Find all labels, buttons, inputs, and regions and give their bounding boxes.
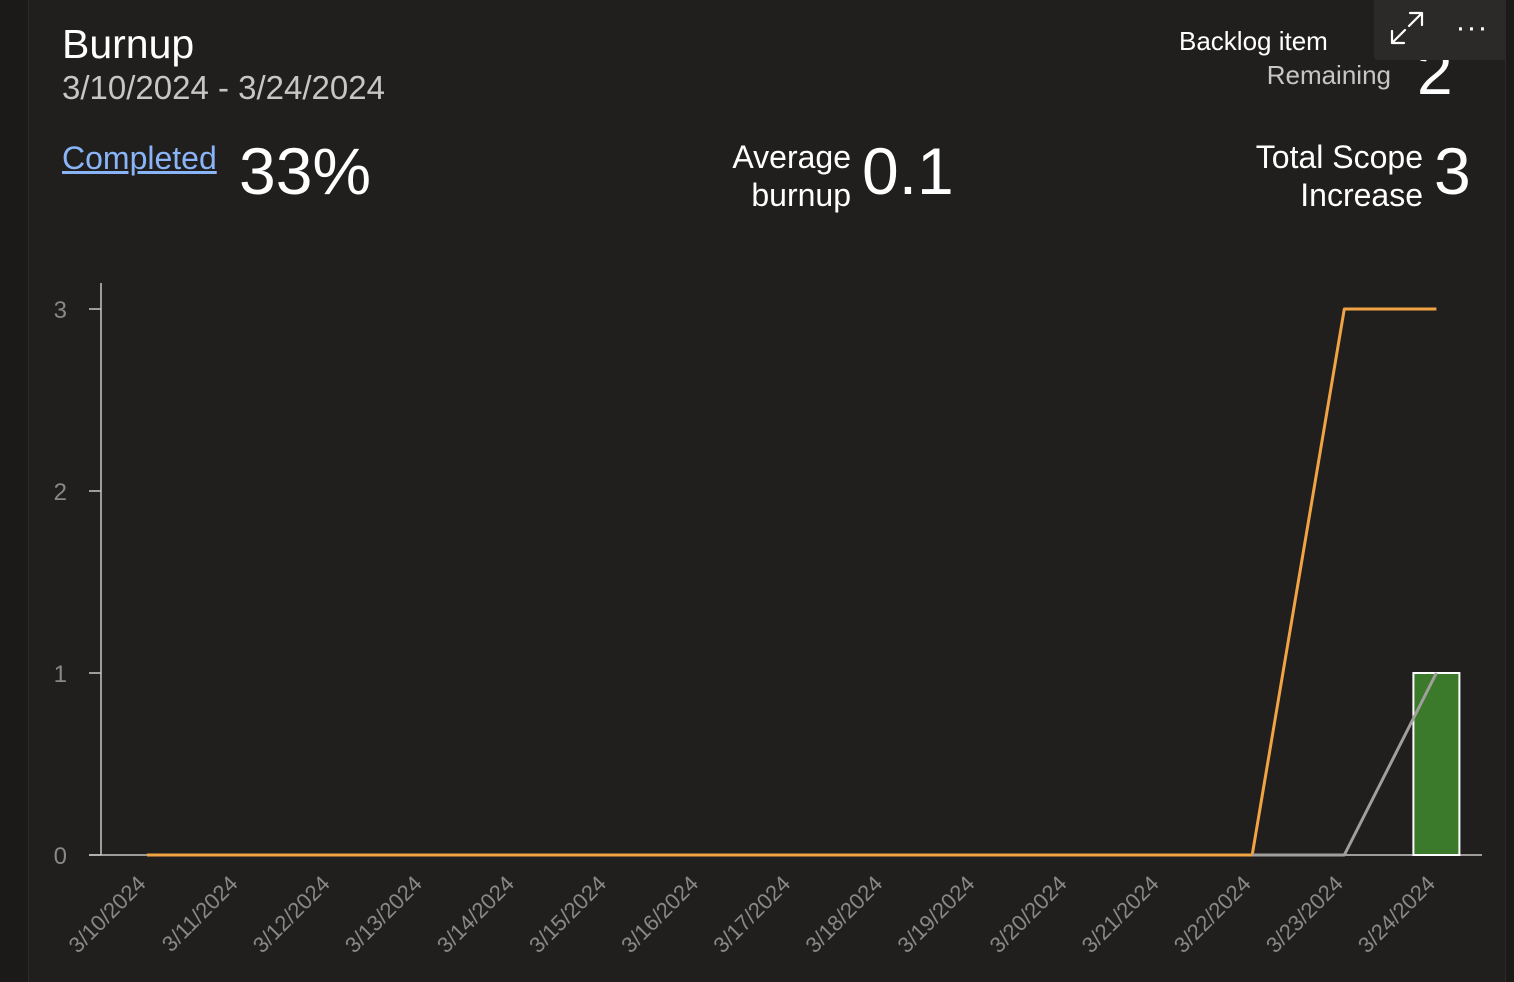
completed-bar xyxy=(1412,672,1461,856)
x-tick-label: 3/18/2024 xyxy=(800,871,887,958)
x-tick-label: 3/14/2024 xyxy=(432,871,519,958)
x-tick-label: 3/22/2024 xyxy=(1169,871,1256,958)
y-tick-label: 3 xyxy=(54,297,67,324)
x-tick-label: 3/11/2024 xyxy=(157,871,243,957)
completed-line xyxy=(1252,672,1438,857)
x-tick-label: 3/15/2024 xyxy=(524,871,611,958)
x-tick-label: 3/17/2024 xyxy=(708,871,795,958)
x-tick-label: 3/13/2024 xyxy=(340,871,427,958)
total-scope-line xyxy=(147,307,1437,857)
x-tick-label: 3/10/2024 xyxy=(64,871,151,958)
y-tick-label: 1 xyxy=(54,661,67,688)
y-tick-label: 0 xyxy=(54,843,67,870)
x-tick-label: 3/20/2024 xyxy=(985,871,1072,958)
burnup-chart: 0 1 2 3 3/10/2024 3/11/2024 3/12/2024 3/13/2024… xyxy=(54,283,1482,958)
x-tick-label: 3/19/2024 xyxy=(893,871,980,958)
x-tick-label: 3/12/2024 xyxy=(248,871,335,958)
x-tick-label: 3/24/2024 xyxy=(1353,871,1440,958)
x-tick-label: 3/16/2024 xyxy=(616,871,703,958)
x-tick-label: 3/21/2024 xyxy=(1077,871,1164,958)
burnup-widget: Burnup 3/10/2024 - 3/24/2024 Completed 3… xyxy=(28,0,1506,982)
y-tick-label: 2 xyxy=(54,479,67,506)
x-tick-label: 3/23/2024 xyxy=(1261,871,1348,958)
